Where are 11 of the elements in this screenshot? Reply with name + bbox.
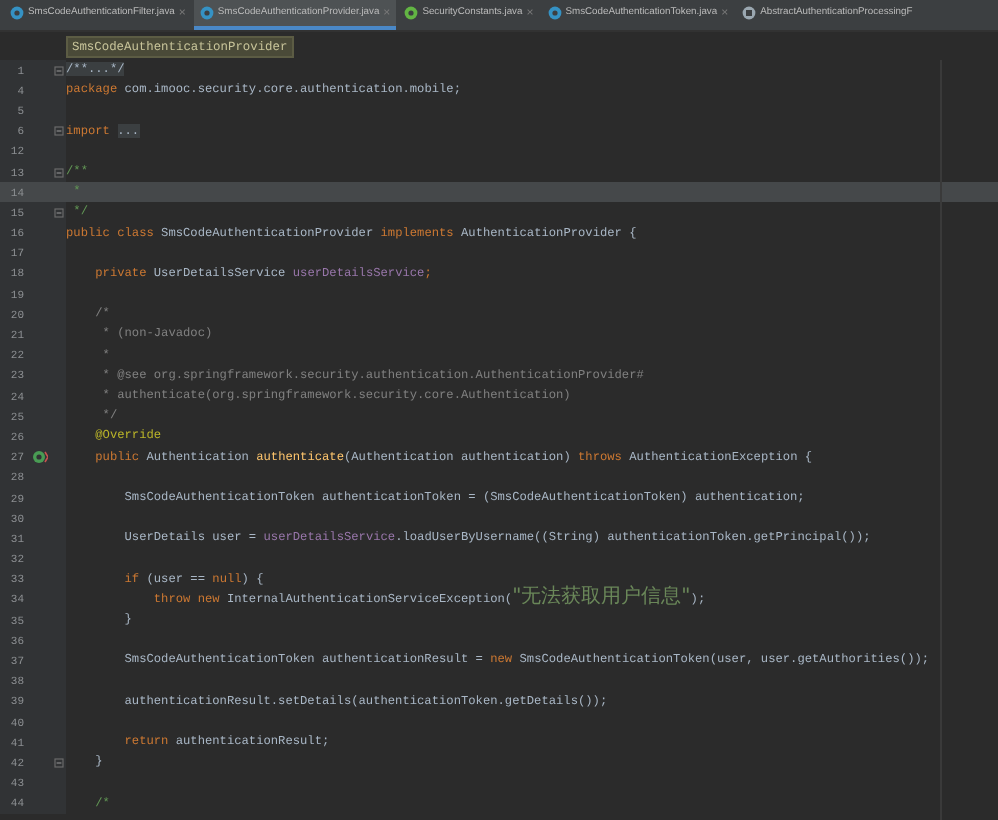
fold-icon[interactable] bbox=[54, 757, 64, 768]
file-type-icon bbox=[742, 6, 757, 20]
file-type-icon bbox=[199, 6, 214, 20]
fold-icon[interactable] bbox=[54, 65, 64, 76]
fold-icon[interactable] bbox=[54, 126, 64, 137]
override-icon[interactable] bbox=[32, 450, 48, 465]
fold-icon[interactable] bbox=[54, 167, 64, 178]
file-type-icon bbox=[547, 6, 562, 20]
file-type-icon bbox=[404, 6, 419, 20]
file-type-icon bbox=[10, 6, 24, 20]
fold-icon[interactable] bbox=[54, 207, 64, 218]
